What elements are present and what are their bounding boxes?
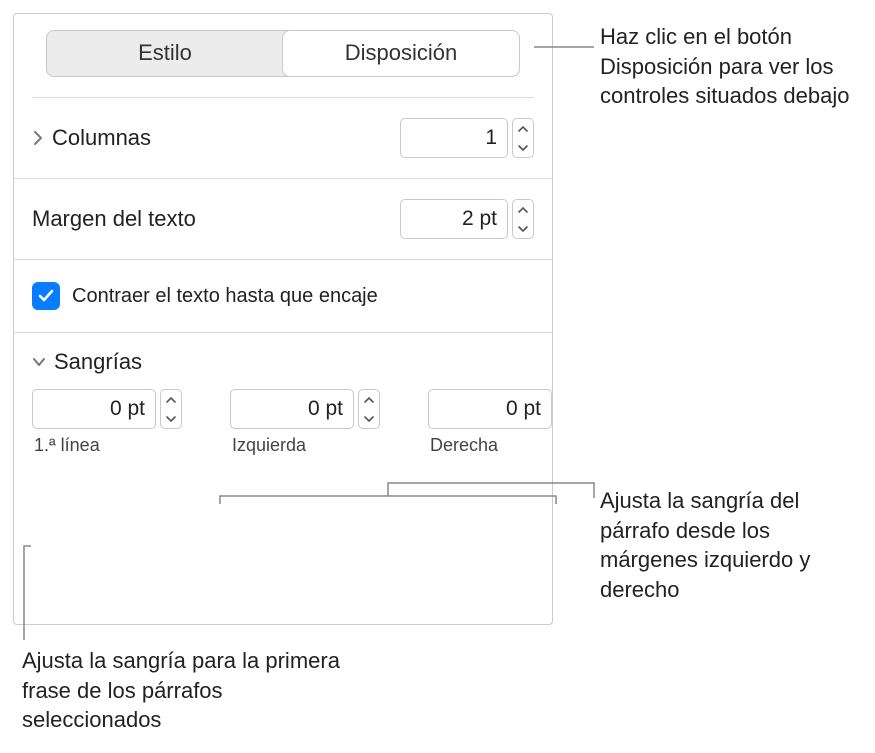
columns-label: Columnas (52, 125, 151, 151)
columns-disclosure-icon[interactable] (32, 130, 44, 146)
callout-first-line: Ajusta la sangría para la primera frase … (22, 646, 362, 735)
callout-margins: Ajusta la sangría del párrafo desde los … (600, 486, 868, 605)
callout-layout-tab: Haz clic en el botón Disposición para ve… (600, 22, 868, 111)
indent-right: 0 pt Derecha (428, 389, 553, 456)
shrink-text-row: Contraer el texto hasta que encaje (14, 260, 552, 333)
inspector-tabs: Estilo Disposición (46, 30, 520, 77)
chevron-up-icon[interactable] (359, 390, 379, 409)
indent-first-line-stepper[interactable]: 0 pt (32, 389, 182, 429)
shrink-text-checkbox[interactable] (32, 282, 60, 310)
text-margin-step-buttons[interactable] (512, 199, 534, 239)
indent-first-line-value[interactable]: 0 pt (32, 389, 156, 429)
text-margin-value[interactable]: 2 pt (400, 199, 508, 239)
indent-first-line: 0 pt 1.ª línea (32, 389, 182, 456)
indents-section: Sangrías 0 pt 1.ª línea 0 pt (14, 333, 552, 456)
chevron-down-icon[interactable] (513, 138, 533, 157)
chevron-down-icon[interactable] (161, 409, 181, 428)
columns-value[interactable]: 1 (400, 118, 508, 158)
indent-left: 0 pt Izquierda (230, 389, 380, 456)
indent-first-line-step-buttons[interactable] (160, 389, 182, 429)
indent-right-value[interactable]: 0 pt (428, 389, 552, 429)
tab-layout[interactable]: Disposición (283, 31, 519, 76)
indent-first-line-label: 1.ª línea (32, 435, 182, 456)
chevron-down-icon[interactable] (513, 219, 533, 238)
columns-stepper[interactable]: 1 (400, 118, 534, 158)
indent-right-stepper[interactable]: 0 pt (428, 389, 553, 429)
indent-left-step-buttons[interactable] (358, 389, 380, 429)
chevron-up-icon[interactable] (513, 200, 533, 219)
text-margin-stepper[interactable]: 2 pt (400, 199, 534, 239)
chevron-down-icon[interactable] (359, 409, 379, 428)
indent-right-label: Derecha (428, 435, 553, 456)
indent-left-value[interactable]: 0 pt (230, 389, 354, 429)
indent-left-label: Izquierda (230, 435, 380, 456)
chevron-up-icon[interactable] (513, 119, 533, 138)
chevron-up-icon[interactable] (161, 390, 181, 409)
indents-label: Sangrías (54, 349, 142, 375)
indents-disclosure-icon[interactable] (32, 356, 46, 368)
indent-left-stepper[interactable]: 0 pt (230, 389, 380, 429)
tab-style[interactable]: Estilo (47, 31, 283, 76)
text-margin-label: Margen del texto (32, 206, 196, 232)
layout-inspector-panel: Estilo Disposición Columnas 1 Margen del… (13, 13, 553, 625)
shrink-text-label: Contraer el texto hasta que encaje (72, 285, 378, 308)
text-margin-row: Margen del texto 2 pt (14, 179, 552, 260)
columns-step-buttons[interactable] (512, 118, 534, 158)
columns-row: Columnas 1 (14, 98, 552, 179)
